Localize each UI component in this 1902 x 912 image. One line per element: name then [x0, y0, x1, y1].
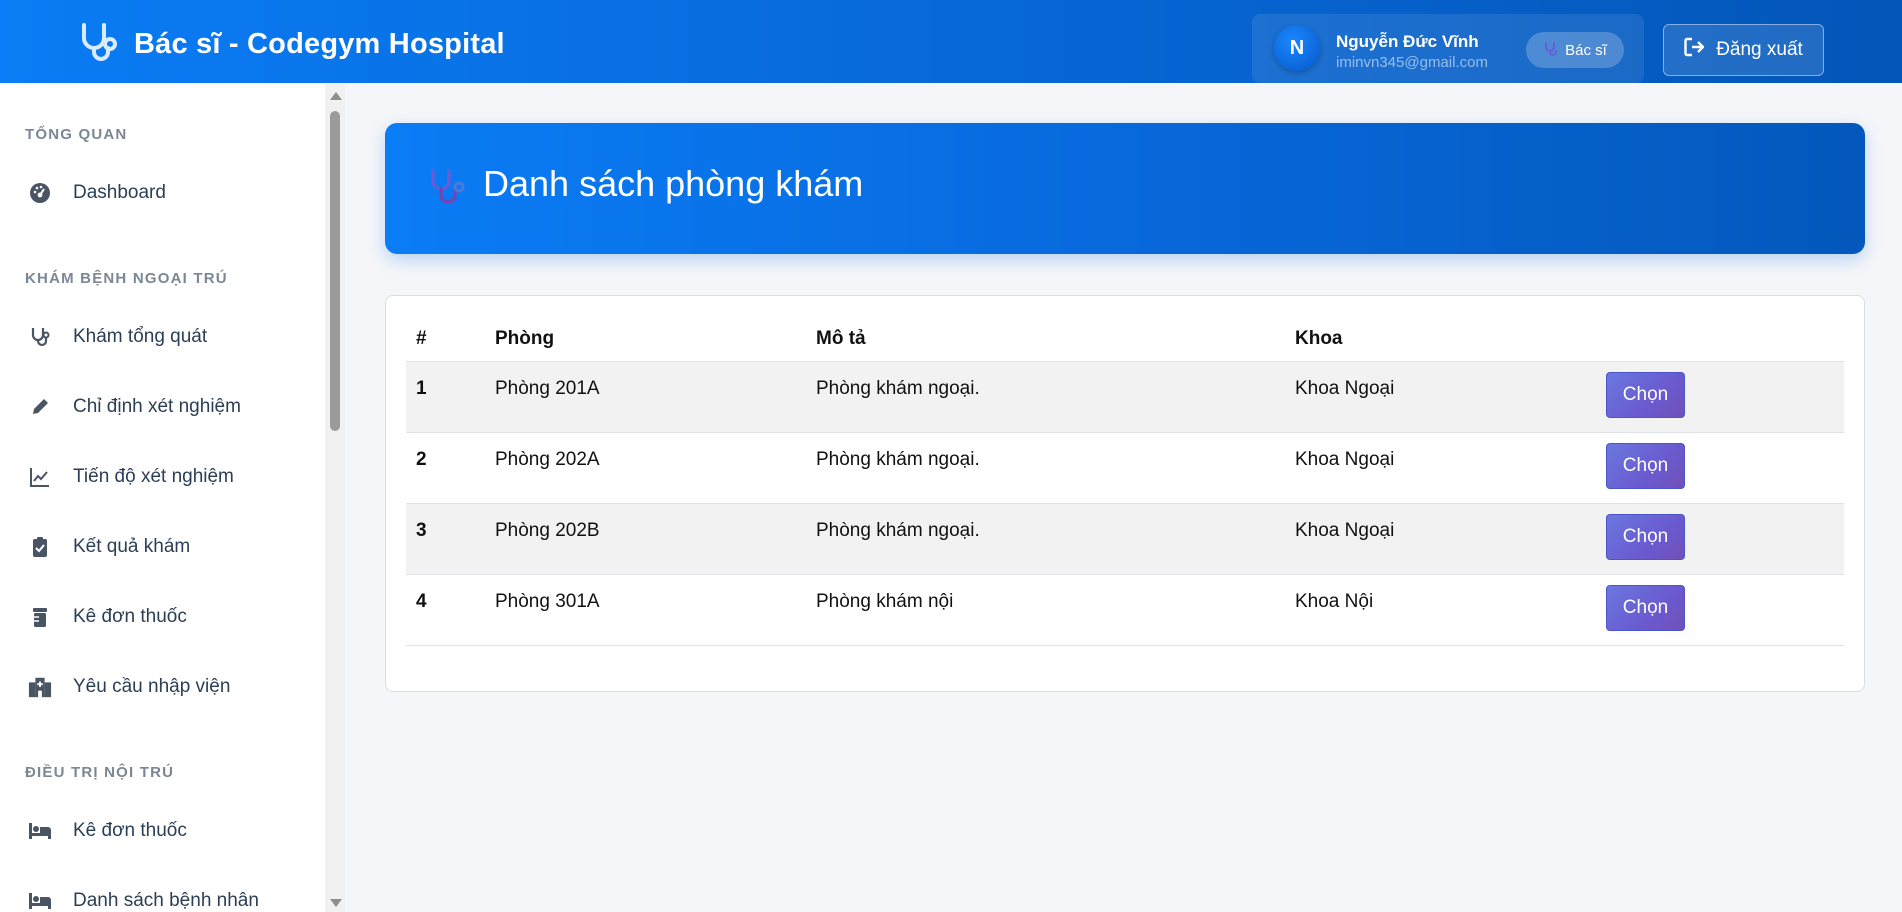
clinic-table: # Phòng Mô tả Khoa 1 Phòng 201A Phòng kh… — [406, 316, 1844, 646]
stethoscope-icon — [76, 20, 120, 69]
stethoscope-icon — [427, 167, 471, 211]
room-name: Phòng 202A — [495, 449, 600, 470]
choose-button[interactable]: Chọn — [1606, 443, 1685, 489]
department-name: Khoa Ngoại — [1295, 449, 1395, 470]
brand[interactable]: Bác sĩ - Codegym Hospital — [76, 22, 505, 64]
department-name: Khoa Ngoại — [1295, 378, 1395, 399]
table-row: 4 Phòng 301A Phòng khám nội Khoa Nội Chọ… — [406, 575, 1844, 646]
hospital-building-icon — [28, 675, 52, 699]
top-navbar: Bác sĩ - Codegym Hospital N Nguyễn Đức V… — [0, 0, 1902, 83]
room-description: Phòng khám ngoại. — [816, 378, 980, 399]
column-header-department: Khoa — [1295, 328, 1343, 349]
avatar: N — [1274, 25, 1320, 71]
brand-title: Bác sĩ - Codegym Hospital — [134, 27, 505, 60]
sidebar: TỔNG QUAN Dashboard KHÁM BỆNH NGOẠI TRÚ … — [0, 83, 345, 912]
sidebar-item-label: Dashboard — [73, 182, 166, 203]
department-name: Khoa Nội — [1295, 591, 1374, 612]
sidebar-item-label: Kê đơn thuốc — [73, 606, 187, 627]
room-name: Phòng 301A — [495, 591, 600, 612]
user-email: iminvn345@gmail.com — [1336, 54, 1488, 71]
room-name: Phòng 201A — [495, 378, 600, 399]
choose-button[interactable]: Chọn — [1606, 514, 1685, 560]
column-header-index: # — [416, 328, 427, 349]
sidebar-item-label: Chỉ định xét nghiệm — [73, 396, 241, 417]
table-header: # Phòng Mô tả Khoa — [406, 316, 1844, 362]
row-index: 4 — [416, 591, 427, 612]
user-info: N Nguyễn Đức Vĩnh iminvn345@gmail.com Bá… — [1252, 14, 1644, 83]
sidebar-item-label: Tiến độ xét nghiệm — [73, 466, 234, 487]
table-row: 2 Phòng 202A Phòng khám ngoại. Khoa Ngoạ… — [406, 433, 1844, 504]
row-index: 3 — [416, 520, 427, 541]
room-name: Phòng 202B — [495, 520, 600, 541]
sidebar-item-label: Danh sách bệnh nhân — [73, 890, 259, 911]
logout-button[interactable]: Đăng xuất — [1663, 24, 1824, 76]
stethoscope-icon — [28, 325, 52, 349]
scroll-up-arrow-icon[interactable] — [330, 92, 342, 100]
sidebar-section-inpatient: ĐIỀU TRỊ NỘI TRÚ — [25, 764, 175, 781]
sidebar-scrollbar[interactable] — [325, 83, 345, 912]
sign-out-icon — [1684, 37, 1706, 63]
department-name: Khoa Ngoại — [1295, 520, 1395, 541]
room-description: Phòng khám ngoại. — [816, 449, 980, 470]
table-row: 1 Phòng 201A Phòng khám ngoại. Khoa Ngoạ… — [406, 362, 1844, 433]
sidebar-item-prescription[interactable]: Kê đơn thuốc — [0, 592, 325, 642]
clipboard-check-icon — [28, 535, 52, 559]
room-description: Phòng khám nội — [816, 591, 954, 612]
row-index: 1 — [416, 378, 427, 399]
sidebar-item-lab-progress[interactable]: Tiến độ xét nghiệm — [0, 452, 325, 502]
page-header-banner: Danh sách phòng khám — [385, 123, 1865, 254]
sidebar-item-label: Kết quả khám — [73, 536, 191, 557]
logout-label: Đăng xuất — [1716, 39, 1803, 60]
sidebar-item-admission-request[interactable]: Yêu cầu nhập viện — [0, 662, 325, 712]
row-index: 2 — [416, 449, 427, 470]
sidebar-section-overview: TỔNG QUAN — [25, 126, 128, 143]
scroll-down-arrow-icon[interactable] — [330, 899, 342, 907]
stethoscope-icon — [1543, 40, 1559, 60]
role-label: Bác sĩ — [1565, 41, 1607, 59]
line-chart-icon — [28, 465, 52, 489]
sidebar-item-patient-list[interactable]: Danh sách bệnh nhân — [0, 876, 325, 912]
page-title: Danh sách phòng khám — [483, 163, 864, 204]
choose-button[interactable]: Chọn — [1606, 372, 1685, 418]
gauge-icon — [28, 181, 52, 205]
sidebar-item-label: Yêu cầu nhập viện — [73, 676, 231, 697]
sidebar-item-lab-order[interactable]: Chỉ định xét nghiệm — [0, 382, 325, 432]
role-badge: Bác sĩ — [1526, 32, 1624, 68]
user-name: Nguyễn Đức Vĩnh — [1336, 32, 1479, 51]
bed-icon — [28, 889, 52, 912]
bed-icon — [28, 819, 52, 843]
table-row: 3 Phòng 202B Phòng khám ngoại. Khoa Ngoạ… — [406, 504, 1844, 575]
room-description: Phòng khám ngoại. — [816, 520, 980, 541]
clinic-table-card: # Phòng Mô tả Khoa 1 Phòng 201A Phòng kh… — [385, 295, 1865, 692]
pen-icon — [28, 395, 52, 419]
choose-button[interactable]: Chọn — [1606, 585, 1685, 631]
prescription-bottle-icon — [28, 605, 52, 629]
sidebar-item-label: Kê đơn thuốc — [73, 820, 187, 841]
column-header-room: Phòng — [495, 328, 555, 349]
sidebar-item-inpatient-prescription[interactable]: Kê đơn thuốc — [0, 806, 325, 856]
sidebar-item-label: Khám tổng quát — [73, 326, 208, 347]
scroll-thumb[interactable] — [330, 111, 340, 431]
column-header-description: Mô tả — [816, 328, 866, 349]
sidebar-item-dashboard[interactable]: Dashboard — [0, 168, 325, 218]
sidebar-item-exam-results[interactable]: Kết quả khám — [0, 522, 325, 572]
sidebar-section-outpatient: KHÁM BỆNH NGOẠI TRÚ — [25, 270, 228, 287]
sidebar-item-general-exam[interactable]: Khám tổng quát — [0, 312, 325, 362]
